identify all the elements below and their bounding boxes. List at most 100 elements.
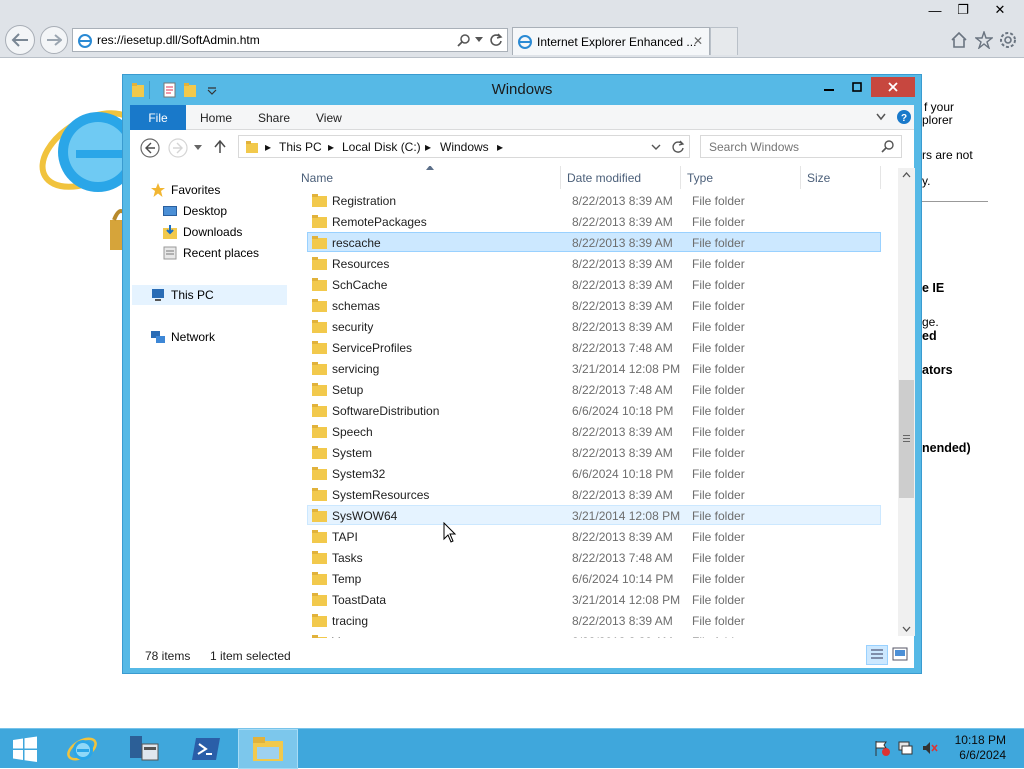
- column-name[interactable]: Name: [295, 166, 561, 189]
- breadcrumb[interactable]: ▸ This PC ▸ Local Disk (C:) ▸ Windows ▸: [238, 135, 690, 158]
- navigation-pane: Favorites Desktop Downloads Recent place…: [130, 166, 290, 636]
- nav-network[interactable]: Network: [150, 327, 215, 347]
- folder-icon: [312, 362, 327, 375]
- search-input[interactable]: [707, 137, 877, 157]
- file-name: schemas: [332, 299, 381, 313]
- breadcrumb-this-pc[interactable]: This PC: [279, 140, 322, 154]
- breadcrumb-separator[interactable]: ▸: [328, 140, 334, 154]
- help-icon[interactable]: ?: [896, 109, 912, 125]
- nav-this-pc[interactable]: This PC: [132, 285, 287, 305]
- dropdown-icon[interactable]: [475, 37, 483, 43]
- search-box[interactable]: [700, 135, 902, 158]
- up-arrow-icon[interactable]: [214, 140, 226, 154]
- nav-desktop[interactable]: Desktop: [162, 201, 227, 221]
- forward-button[interactable]: [40, 26, 68, 54]
- taskbar-clock[interactable]: 10:18 PM 6/6/2024: [955, 733, 1006, 763]
- folder-icon: [312, 341, 327, 354]
- address-history-icon[interactable]: [651, 144, 661, 151]
- file-row[interactable]: SystemResources 8/22/2013 8:39 AM File fol…: [307, 484, 881, 504]
- explorer-titlebar[interactable]: Windows: [123, 75, 921, 105]
- tab-view[interactable]: View: [316, 111, 342, 125]
- taskbar-file-explorer[interactable]: [238, 729, 298, 769]
- file-name: ServiceProfiles: [332, 341, 413, 355]
- breadcrumb-separator[interactable]: ▸: [425, 140, 431, 154]
- file-row[interactable]: Speech 8/22/2013 8:39 AM File folder: [307, 421, 881, 441]
- tab-home[interactable]: Home: [200, 111, 232, 125]
- nav-recent-places[interactable]: Recent places: [162, 243, 259, 263]
- large-icons-view-icon[interactable]: [892, 647, 908, 661]
- new-tab-button[interactable]: [710, 27, 738, 55]
- taskbar-powershell[interactable]: [176, 729, 236, 769]
- nav-favorites[interactable]: Favorites: [150, 180, 220, 200]
- tab-share[interactable]: Share: [258, 111, 290, 125]
- column-size[interactable]: Size: [801, 166, 881, 189]
- refresh-icon[interactable]: [671, 140, 685, 154]
- vertical-scrollbar[interactable]: [898, 168, 915, 636]
- file-row[interactable]: Setup 8/22/2013 7:48 AM File folder: [307, 379, 881, 399]
- file-row[interactable]: ServiceProfiles 8/22/2013 7:48 AM File fol…: [307, 337, 881, 357]
- breadcrumb-separator[interactable]: ▸: [497, 140, 503, 154]
- file-date: 3/21/2014 12:08 PM: [572, 593, 681, 607]
- scroll-up-icon[interactable]: [902, 172, 911, 178]
- column-type[interactable]: Type: [681, 166, 801, 189]
- browser-close-button[interactable]: ✕: [980, 0, 1020, 20]
- explorer-minimize-button[interactable]: [815, 77, 842, 97]
- file-row[interactable]: SchCache 8/22/2013 8:39 AM File folder: [307, 274, 881, 294]
- scrollbar-thumb[interactable]: [899, 380, 914, 498]
- forward-icon[interactable]: [168, 138, 188, 158]
- taskbar-internet-explorer[interactable]: [52, 729, 112, 769]
- network-status-icon[interactable]: [898, 740, 914, 756]
- explorer-maximize-button[interactable]: [843, 77, 870, 97]
- nav-downloads[interactable]: Downloads: [162, 222, 242, 242]
- file-row[interactable]: SoftwareDistribution 6/6/2024 10:18 PM Fil…: [307, 400, 881, 420]
- file-row[interactable]: security 8/22/2013 8:39 AM File folder: [307, 316, 881, 336]
- ribbon-expand-icon[interactable]: [876, 113, 886, 121]
- file-row[interactable]: tracing 8/22/2013 8:39 AM File folder: [307, 610, 881, 630]
- folder-icon: [312, 551, 327, 564]
- folder-icon: [312, 614, 327, 627]
- file-row[interactable]: servicing 3/21/2014 12:08 PM File folder: [307, 358, 881, 378]
- column-date-modified[interactable]: Date modified: [561, 166, 681, 189]
- file-row[interactable]: System32 6/6/2024 10:18 PM File folder: [307, 463, 881, 483]
- tab-file[interactable]: File: [130, 105, 186, 130]
- file-row[interactable]: System 8/22/2013 8:39 AM File folder: [307, 442, 881, 462]
- file-row[interactable]: Resources 8/22/2013 8:39 AM File folder: [307, 253, 881, 273]
- settings-gear-icon[interactable]: [999, 31, 1017, 49]
- action-center-flag-icon[interactable]: [874, 740, 890, 756]
- breadcrumb-local-disk[interactable]: Local Disk (C:): [342, 140, 421, 154]
- file-row[interactable]: schemas 8/22/2013 8:39 AM File folder: [307, 295, 881, 315]
- file-row[interactable]: rescache 8/22/2013 8:39 AM File folder: [307, 232, 881, 252]
- file-row[interactable]: ToastData 3/21/2014 12:08 PM File folder: [307, 589, 881, 609]
- back-icon[interactable]: [140, 138, 160, 158]
- breadcrumb-windows[interactable]: Windows: [440, 140, 489, 154]
- start-button[interactable]: [0, 729, 50, 769]
- explorer-close-button[interactable]: [871, 77, 915, 97]
- folder-icon: [312, 320, 327, 333]
- details-view-icon[interactable]: [866, 645, 888, 665]
- scroll-down-icon[interactable]: [902, 626, 911, 632]
- breadcrumb-separator[interactable]: ▸: [265, 140, 271, 154]
- file-row[interactable]: RemotePackages 8/22/2013 8:39 AM File fold…: [307, 211, 881, 231]
- recent-locations-icon[interactable]: [194, 145, 202, 151]
- clock-date: 6/6/2024: [959, 748, 1006, 762]
- taskbar-server-manager[interactable]: [114, 729, 174, 769]
- browser-restore-button[interactable]: ❐: [946, 0, 980, 20]
- speaker-muted-icon[interactable]: [922, 740, 938, 756]
- file-date: 8/22/2013 8:39 AM: [572, 194, 673, 208]
- search-icon[interactable]: [457, 33, 471, 47]
- file-row[interactable]: Tasks 8/22/2013 7:48 AM File folder: [307, 547, 881, 567]
- tab-close-icon[interactable]: ✕: [693, 34, 703, 48]
- file-row[interactable]: SysWOW64 3/21/2014 12:08 PM File folder: [307, 505, 881, 525]
- file-row[interactable]: Vss8/22/2013 8:39 AMFile folder: [307, 631, 881, 638]
- file-row[interactable]: TAPI 8/22/2013 8:39 AM File folder: [307, 526, 881, 546]
- refresh-icon[interactable]: [489, 33, 503, 47]
- back-button[interactable]: [5, 25, 35, 55]
- address-bar[interactable]: res://iesetup.dll/SoftAdmin.htm: [72, 28, 508, 52]
- file-date: 8/22/2013 7:48 AM: [572, 551, 673, 565]
- home-icon[interactable]: [950, 31, 968, 49]
- favorites-star-icon[interactable]: [975, 31, 993, 49]
- file-row[interactable]: Temp 6/6/2024 10:14 PM File folder: [307, 568, 881, 588]
- file-row[interactable]: Registration 8/22/2013 8:39 AM File folder: [307, 190, 881, 210]
- browser-tab[interactable]: Internet Explorer Enhanced ... ✕: [512, 27, 710, 55]
- search-icon[interactable]: [881, 140, 894, 153]
